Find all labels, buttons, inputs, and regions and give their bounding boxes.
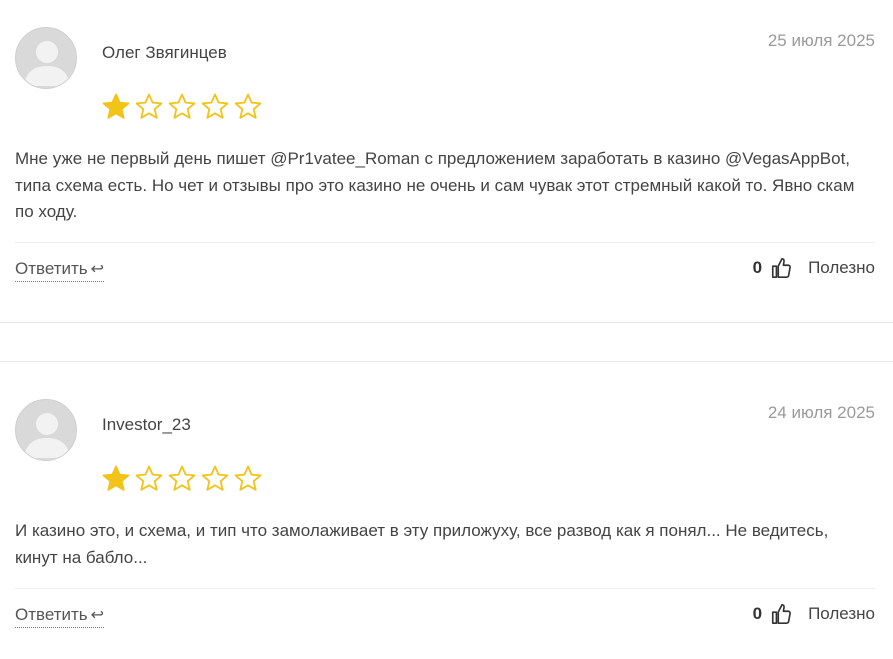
thumbs-up-icon[interactable] xyxy=(770,257,792,279)
reply-arrow-icon: ↩ xyxy=(90,261,105,278)
helpful-count: 0 xyxy=(752,258,763,277)
reply-arrow-icon: ↩ xyxy=(90,607,105,624)
star-rating xyxy=(101,464,263,494)
helpful-button[interactable]: Полезно xyxy=(808,604,875,624)
review-separator xyxy=(15,242,875,243)
review-date: 25 июля 2025 xyxy=(767,31,875,50)
star-empty-icon xyxy=(135,93,163,119)
helpful-button[interactable]: Полезно xyxy=(808,258,875,278)
review-text: И казино это, и схема, и тип что замолаж… xyxy=(15,521,829,567)
star-empty-icon xyxy=(168,465,196,491)
helpful-widget: 0 Полезно xyxy=(753,257,875,279)
reply-label: Ответить xyxy=(15,605,88,624)
thumbs-up-icon[interactable] xyxy=(770,603,792,625)
star-filled-icon xyxy=(102,93,130,119)
review-date: 24 июля 2025 xyxy=(767,403,875,422)
helpful-count: 0 xyxy=(752,604,763,623)
section-divider xyxy=(0,361,893,362)
star-empty-icon xyxy=(135,465,163,491)
star-empty-icon xyxy=(201,465,229,491)
review-separator xyxy=(15,588,875,589)
star-filled-icon xyxy=(102,465,130,491)
review-text: Мне уже не первый день пишет @Pr1vatee_R… xyxy=(15,149,855,221)
star-empty-icon xyxy=(201,93,229,119)
star-rating xyxy=(101,92,263,122)
reply-label: Ответить xyxy=(15,259,88,278)
user-avatar-icon xyxy=(15,27,77,89)
review-author: Investor_23 xyxy=(102,415,191,434)
star-empty-icon xyxy=(234,93,262,119)
star-empty-icon xyxy=(234,465,262,491)
reply-button[interactable]: Ответить ↩ xyxy=(15,605,105,628)
star-empty-icon xyxy=(168,93,196,119)
helpful-widget: 0 Полезно xyxy=(753,603,875,625)
review-author: Олег Звягинцев xyxy=(102,43,227,62)
section-divider xyxy=(0,322,893,323)
reply-button[interactable]: Ответить ↩ xyxy=(15,259,105,282)
user-avatar-icon xyxy=(15,399,77,461)
